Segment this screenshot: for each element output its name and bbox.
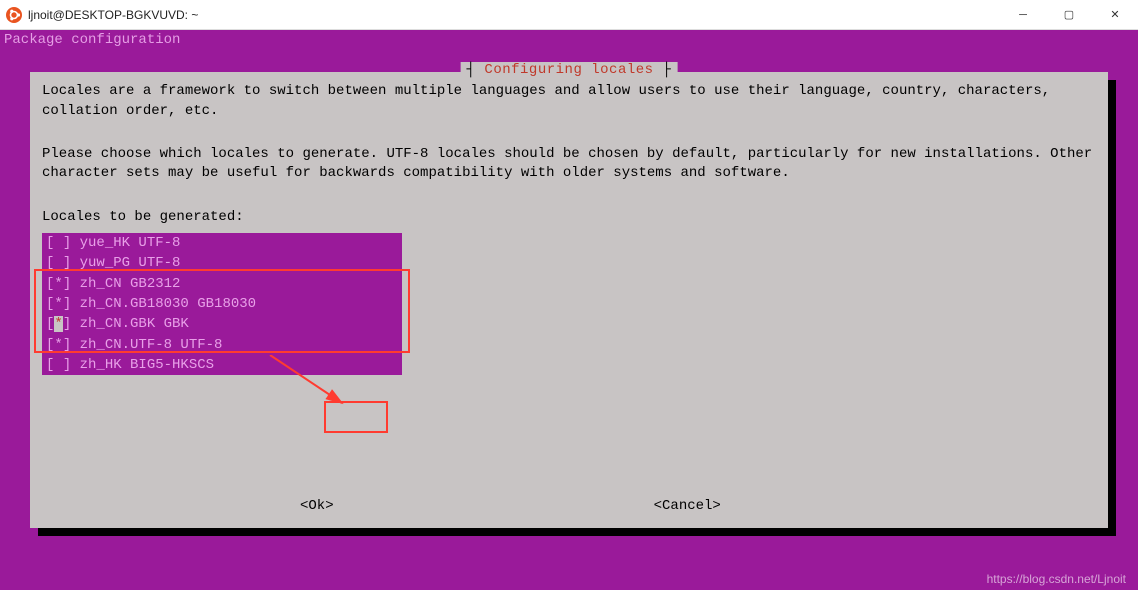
dialog-blank [42,123,1096,143]
dialog-paragraph-1: Locales are a framework to switch betwee… [42,82,1096,121]
dialog: Configuring locales Locales are a framew… [30,72,1108,528]
cancel-button[interactable]: <Cancel> [654,498,721,514]
window-buttons: ─ ▢ ✕ [1000,0,1138,29]
locales-listbox[interactable]: [ ] yue_HK UTF-8[ ] yuw_PG UTF-8[*] zh_C… [42,233,402,375]
ok-button[interactable]: <Ok> [300,498,334,514]
locale-item[interactable]: [ ] zh_HK BIG5-HKSCS [46,355,398,375]
window-title: ljnoit@DESKTOP-BGKVUVD: ~ [28,8,1000,22]
ubuntu-icon [6,7,22,23]
dialog-blank-2 [42,186,1096,206]
minimize-button[interactable]: ─ [1000,0,1046,29]
dialog-paragraph-2: Please choose which locales to generate.… [42,145,1096,184]
button-row: <Ok> <Cancel> [30,498,1108,514]
close-button[interactable]: ✕ [1092,0,1138,29]
dialog-wrap: Configuring locales Locales are a framew… [30,72,1108,528]
annotation-highlight-ok [324,401,388,433]
terminal-area: Package configuration Configuring locale… [0,30,1138,590]
locale-item[interactable]: [*] zh_CN.GBK GBK [46,314,398,334]
locale-item[interactable]: [ ] yuw_PG UTF-8 [46,253,398,273]
maximize-button[interactable]: ▢ [1046,0,1092,29]
watermark: https://blog.csdn.net/Ljnoit [987,572,1126,586]
package-config-header: Package configuration [0,30,1138,52]
locale-item[interactable]: [*] zh_CN.GB18030 GB18030 [46,294,398,314]
locale-item[interactable]: [ ] yue_HK UTF-8 [46,233,398,253]
window-titlebar: ljnoit@DESKTOP-BGKVUVD: ~ ─ ▢ ✕ [0,0,1138,30]
dialog-prompt: Locales to be generated: [42,208,1096,228]
locale-item[interactable]: [*] zh_CN GB2312 [46,274,398,294]
listbox-area: [ ] yue_HK UTF-8[ ] yuw_PG UTF-8[*] zh_C… [42,233,1096,375]
locale-item[interactable]: [*] zh_CN.UTF-8 UTF-8 [46,335,398,355]
dialog-title: Configuring locales [461,62,678,78]
